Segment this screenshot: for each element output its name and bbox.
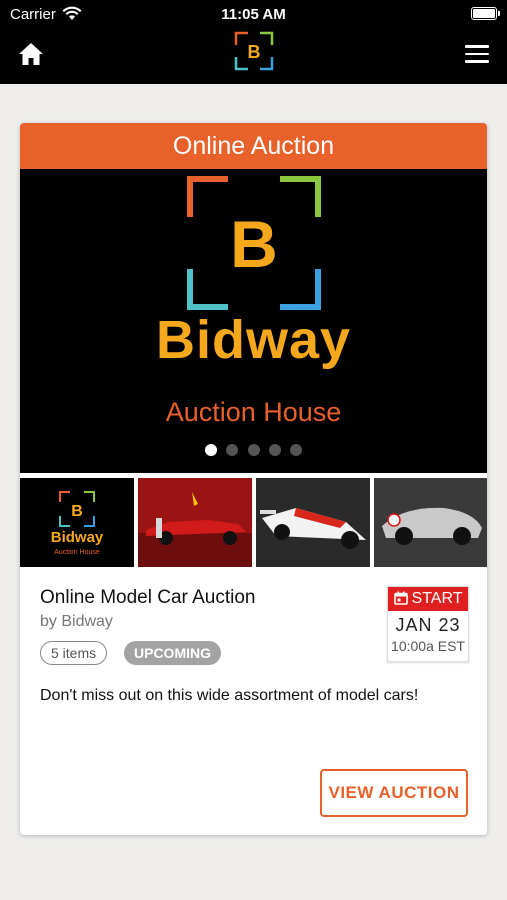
nav-logo-letter: B bbox=[248, 42, 261, 62]
thumb-brand-label: Bidway bbox=[51, 529, 104, 546]
carousel-dot[interactable] bbox=[226, 444, 239, 456]
auction-card: Online Auction B Bidway Auction House B … bbox=[20, 123, 487, 835]
card-header: Online Auction bbox=[20, 123, 487, 169]
hero-carousel[interactable]: B Bidway Auction House bbox=[20, 169, 487, 473]
hero-subtitle: Auction House bbox=[165, 397, 342, 427]
thumbnail-strip: B Bidway Auction House bbox=[20, 478, 487, 567]
view-auction-button[interactable]: VIEW AUCTION bbox=[320, 769, 468, 817]
thumbnail-red-f1-car[interactable] bbox=[138, 478, 252, 567]
auction-description: Don't miss out on this wide assortment o… bbox=[40, 687, 419, 704]
auction-title[interactable]: Online Model Car Auction bbox=[40, 587, 255, 609]
carousel-dot[interactable] bbox=[247, 444, 260, 456]
thumbnail-bidway-logo[interactable]: B Bidway Auction House bbox=[20, 478, 134, 567]
bidway-logo-icon[interactable]: B bbox=[234, 31, 274, 71]
svg-text:B: B bbox=[71, 503, 83, 520]
battery-icon bbox=[471, 7, 500, 20]
auction-owner: by Bidway bbox=[40, 613, 113, 630]
top-bar: Carrier 11:05 AM B bbox=[0, 0, 507, 84]
start-date-box: START JAN 23 10:00a EST bbox=[387, 586, 469, 662]
status-time: 11:05 AM bbox=[221, 6, 286, 23]
hero-logo-letter: B bbox=[230, 207, 278, 281]
start-time: 10:00a EST bbox=[391, 638, 465, 654]
carousel-dot[interactable] bbox=[268, 444, 281, 456]
bidway-hero-logo-icon: B bbox=[187, 176, 321, 310]
thumbnail-mclaren-car[interactable] bbox=[256, 478, 370, 567]
hero-brand-title: Bidway bbox=[155, 310, 352, 370]
carousel-dots bbox=[20, 443, 487, 461]
carousel-dot[interactable] bbox=[290, 444, 303, 456]
hamburger-menu-icon[interactable] bbox=[465, 45, 489, 63]
status-badge: UPCOMING bbox=[124, 641, 221, 665]
thumbnail-silver-racer[interactable] bbox=[374, 478, 487, 567]
start-date-header: START bbox=[388, 587, 468, 611]
start-day: JAN 23 bbox=[395, 615, 461, 635]
thumb-brand-sublabel: Auction House bbox=[54, 549, 100, 556]
home-icon[interactable] bbox=[18, 42, 44, 66]
items-count-badge: 5 items bbox=[40, 641, 108, 665]
start-label: START bbox=[411, 590, 463, 607]
calendar-icon bbox=[393, 591, 408, 605]
carousel-dot[interactable] bbox=[204, 444, 217, 456]
